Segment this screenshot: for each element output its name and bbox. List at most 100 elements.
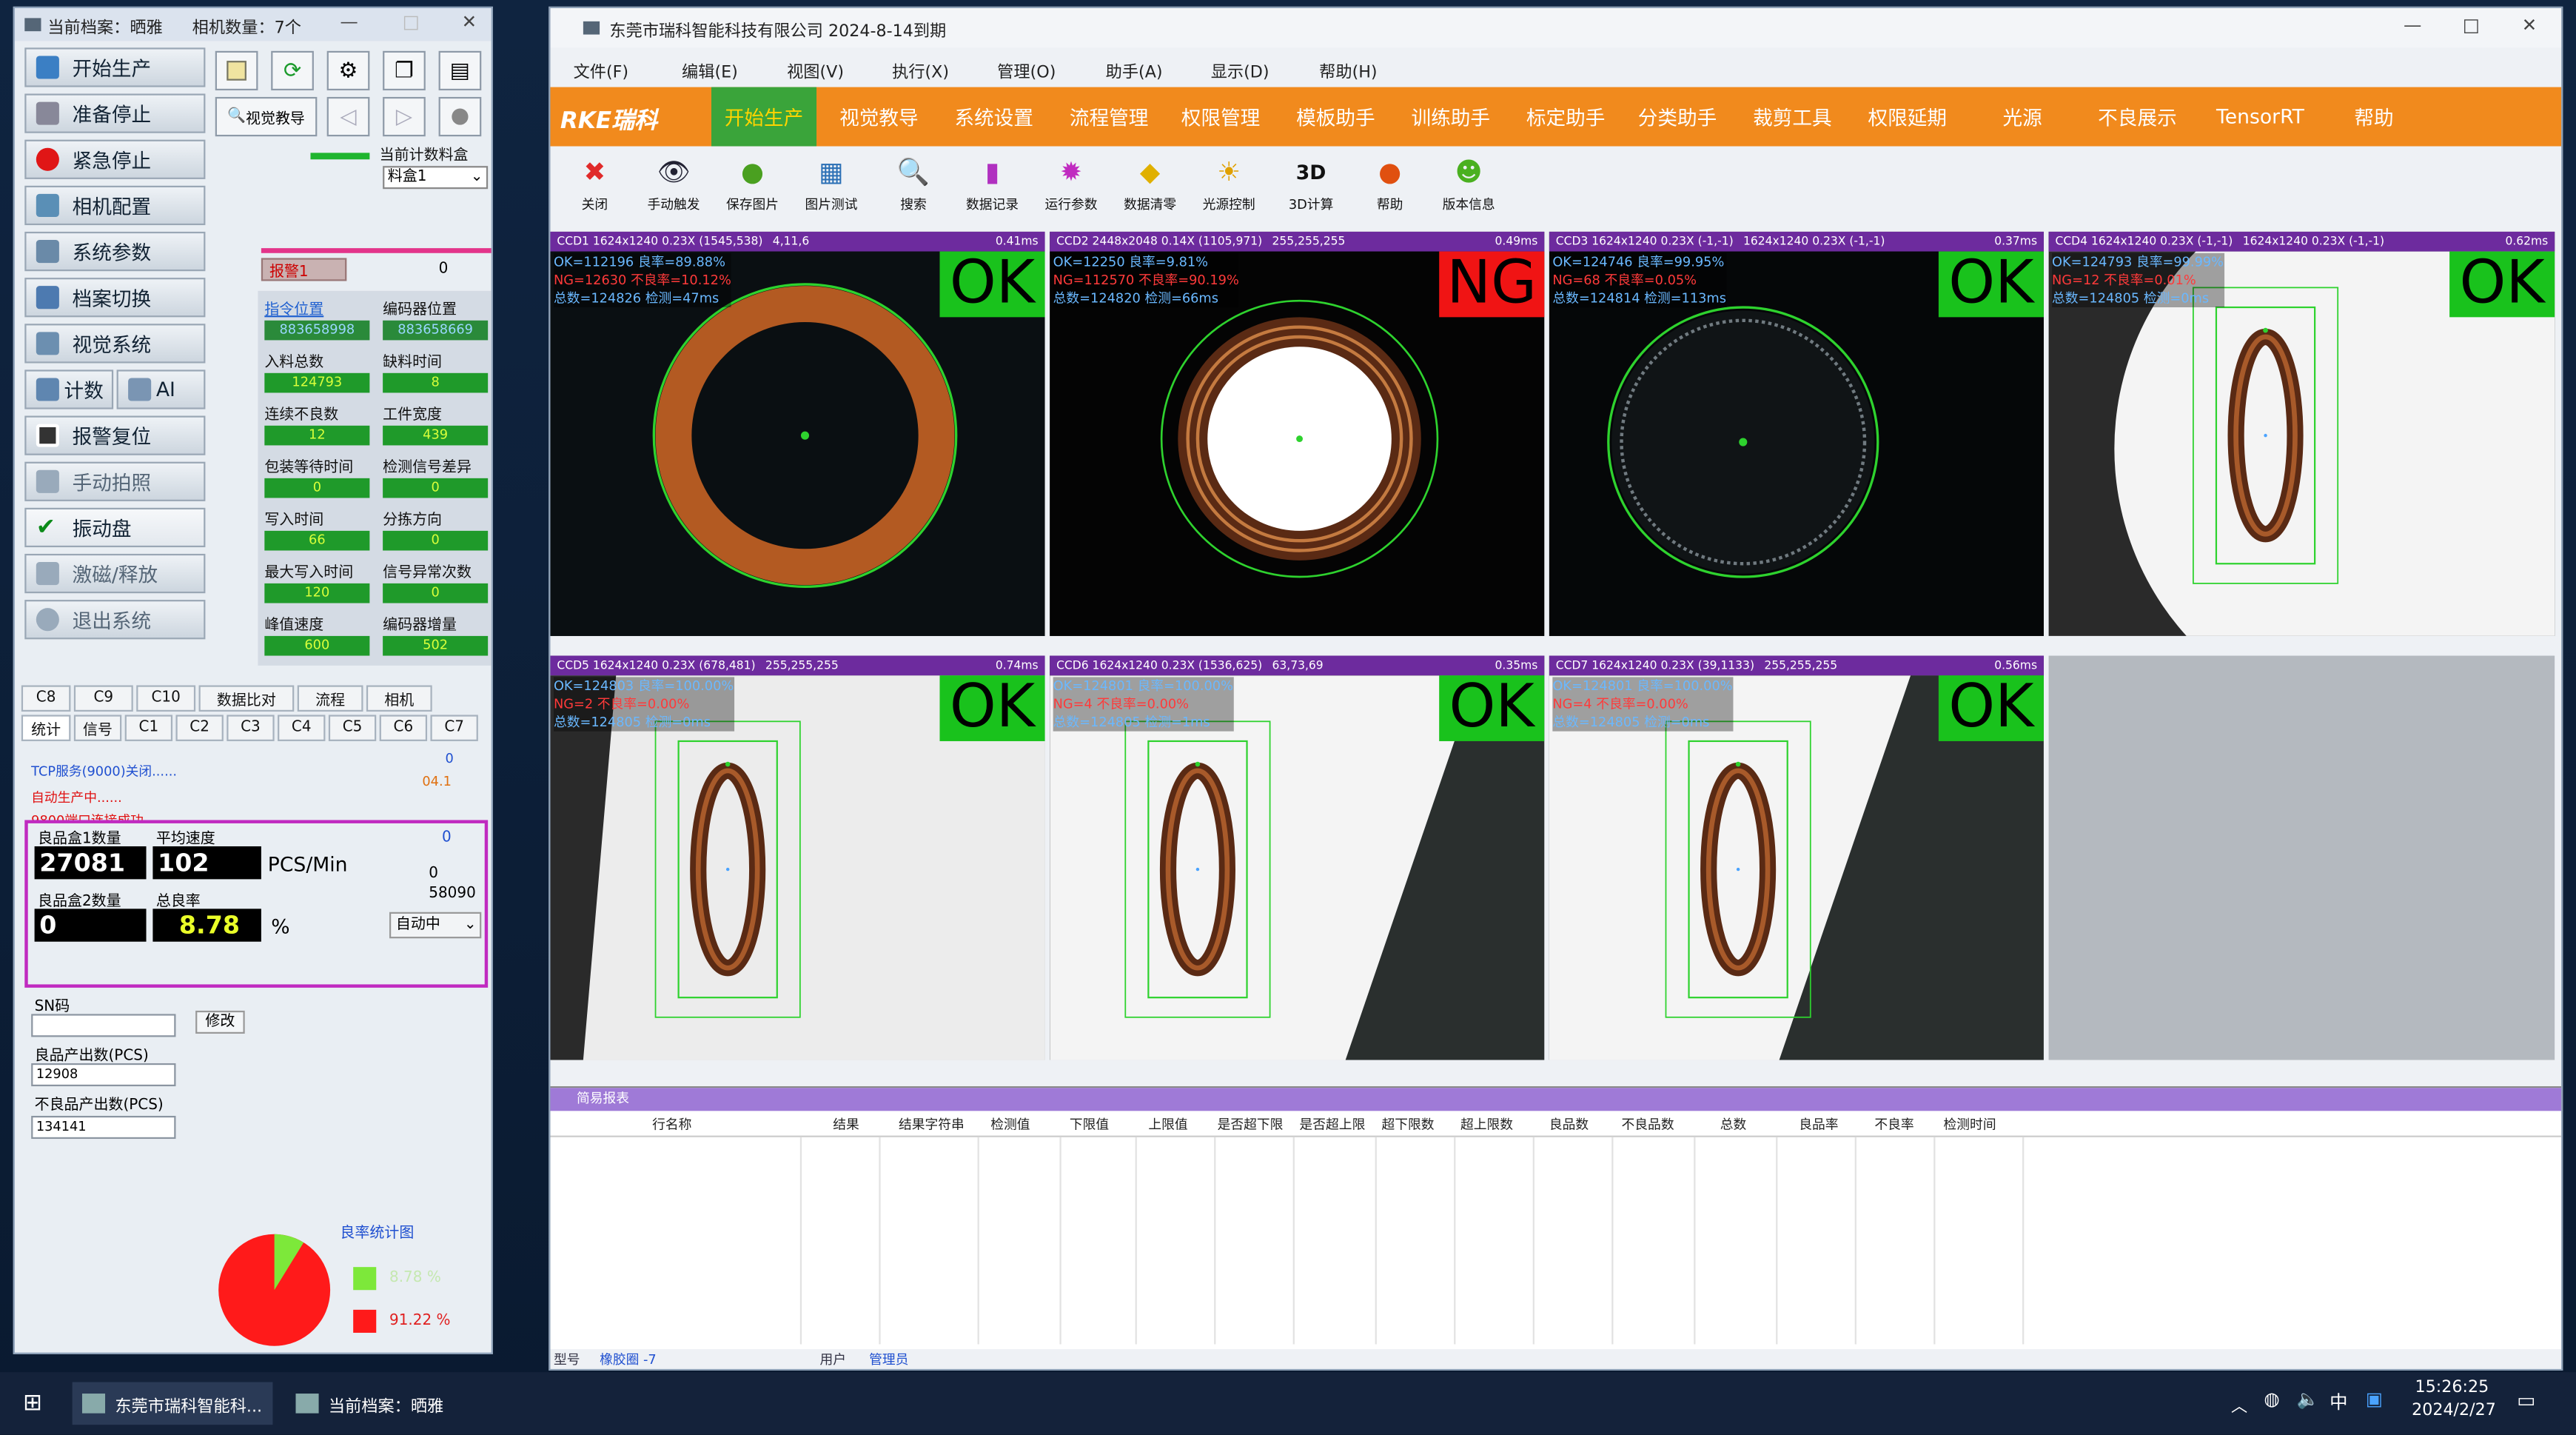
nav-item[interactable]: 开始生产 [711,87,817,147]
toolbar-refresh-button[interactable]: ⟳ [271,50,314,91]
camera-view-ccd6[interactable]: CCD6 1624x1240 0.23X (1536,625) 63,73,69 0… [1050,655,1545,1060]
report-column-header[interactable]: 上限值 [1148,1116,1187,1134]
menu-item[interactable]: 助手(A) [1106,58,1163,82]
taskbar-item-profile[interactable]: 当前档案：晒雅 [286,1382,480,1425]
alarm-reset-button[interactable]: 报警复位 [24,415,206,455]
tool-button[interactable]: 3D 3D计算 [1270,156,1352,214]
magnetize-release-button[interactable]: 激磁/释放 [24,553,206,594]
tab-8[interactable]: C1 [124,715,173,741]
camera-config-button[interactable]: 相机配置 [24,185,206,226]
volume-icon[interactable]: 🔈 [2297,1388,2319,1410]
emergency-stop-button[interactable]: 紧急停止 [24,139,206,179]
menu-item[interactable]: 管理(O) [997,58,1056,82]
report-column-header[interactable]: 超上限数 [1460,1116,1513,1134]
nav-item[interactable]: 帮助 [2354,87,2393,147]
report-column-header[interactable]: 检测时间 [1944,1116,1996,1134]
tab-11[interactable]: C4 [278,715,326,741]
maximize-button[interactable]: □ [2463,15,2480,36]
camera-view-ccd7[interactable]: CCD7 1624x1240 0.23X (39,1133) 255,255,25… [1549,655,2044,1060]
tab-3[interactable]: 数据比对 [198,685,295,712]
manual-capture-button[interactable]: 手动拍照 [24,461,206,501]
nav-item[interactable]: 标定助手 [1526,87,1606,147]
menu-item[interactable]: 文件(F) [574,58,628,82]
tab-10[interactable]: C3 [227,715,275,741]
maximize-button[interactable]: □ [403,12,420,33]
menu-item[interactable]: 执行(X) [892,58,949,82]
chevron-up-icon[interactable]: ︿ [2231,1392,2247,1416]
ime-indicator[interactable]: 中 [2330,1388,2347,1415]
clock-date[interactable]: 2024/2/27 [2412,1402,2496,1419]
nav-item[interactable]: 权限延期 [1868,87,1947,147]
report-column-header[interactable]: 是否超上限 [1300,1116,1366,1134]
tab-12[interactable]: C5 [328,715,377,741]
tool-button[interactable]: ☀ 光源控制 [1188,156,1270,214]
report-column-header[interactable]: 不良率 [1874,1116,1913,1134]
next-button[interactable]: ▷ [383,96,426,137]
camera-view-ccd3[interactable]: CCD3 1624x1240 0.23X (-1,-1) 1624x1240 0.… [1549,231,2044,636]
report-column-header[interactable]: 检测值 [990,1116,1030,1134]
report-column-header[interactable]: 结果 [833,1116,859,1134]
nav-item[interactable]: 训练助手 [1411,87,1490,147]
camera-view-ccd2[interactable]: CCD2 2448x2048 0.14X (1105,971) 255,255,2… [1050,231,1545,636]
tool-button[interactable]: ● 帮助 [1349,156,1431,214]
tab-5[interactable]: 相机 [366,685,432,712]
close-button[interactable]: ✕ [462,12,477,33]
tab-2[interactable]: C10 [136,685,196,712]
ai-button[interactable]: AI [116,369,206,409]
report-column-header[interactable]: 不良品数 [1622,1116,1674,1134]
nav-item[interactable]: 光源 [2002,87,2042,147]
profile-switch-button[interactable]: 档案切换 [24,278,206,318]
camera-view-ccd5[interactable]: CCD5 1624x1240 0.23X (678,481) 255,255,25… [550,655,1045,1060]
tool-button[interactable]: ▮ 数据记录 [951,156,1033,214]
tab-9[interactable]: C2 [175,715,224,741]
start-button[interactable]: ⊞ [13,1382,53,1425]
report-column-header[interactable]: 超下限数 [1382,1116,1435,1134]
report-column-header[interactable]: 行名称 [652,1116,691,1134]
nav-item[interactable]: 系统设置 [954,87,1033,147]
clock-time[interactable]: 15:26:25 [2415,1379,2489,1396]
tab-4[interactable]: 流程 [297,685,363,712]
menu-item[interactable]: 视图(V) [787,58,844,82]
close-button[interactable]: ✕ [2522,15,2537,36]
toolbar-copy-button[interactable]: ❐ [383,50,426,91]
nav-item[interactable]: 视觉教导 [839,87,919,147]
vision-system-button[interactable]: 视觉系统 [24,324,206,364]
camera-view-ccd1[interactable]: CCD1 1624x1240 0.23X (1545,538) 4,11,6 0.4… [550,231,1045,636]
minimize-button[interactable]: — [340,12,358,33]
report-column-header[interactable]: 是否超下限 [1218,1116,1284,1134]
taskbar-item-main[interactable]: 东莞市瑞科智能科... [72,1382,273,1425]
toolbar-doc-button[interactable] [215,50,258,91]
report-column-header[interactable]: 良品率 [1799,1116,1838,1134]
count-material-select[interactable]: 料盒1 ⌄ [383,166,489,190]
report-column-header[interactable]: 结果字符串 [899,1116,965,1134]
tool-button[interactable]: ✖ 关闭 [554,156,636,214]
minimize-button[interactable]: — [2404,15,2421,36]
mode-select[interactable]: 自动中 ⌄ [389,911,482,939]
tab-6[interactable]: 统计 [21,715,71,741]
tool-button[interactable]: 👁 手动触发 [632,156,714,214]
report-column-header[interactable]: 总数 [1720,1116,1747,1134]
record-button[interactable] [438,96,482,137]
prev-button[interactable]: ◁ [326,96,370,137]
tab-1[interactable]: C9 [73,685,133,712]
tool-button[interactable]: ● 保存图片 [711,156,794,214]
nav-item[interactable]: 流程管理 [1070,87,1149,147]
nav-item[interactable]: 不良展示 [2098,87,2177,147]
nav-item[interactable]: 模板助手 [1296,87,1375,147]
tool-button[interactable]: ☻ 版本信息 [1428,156,1510,214]
count-button[interactable]: 计数 [24,369,114,409]
bad-output-field[interactable]: 134141 [31,1115,176,1140]
tab-0[interactable]: C8 [21,685,71,712]
menu-item[interactable]: 显示(D) [1211,58,1269,82]
tab-13[interactable]: C6 [379,715,428,741]
start-production-button[interactable]: 开始生产 [24,47,206,87]
camera-view-ccd4[interactable]: CCD4 1624x1240 0.23X (-1,-1) 1624x1240 0.… [2048,231,2555,636]
toolbar-clipboard-button[interactable]: ▤ [438,50,482,91]
notification-icon[interactable]: ▭ [2517,1388,2535,1411]
system-params-button[interactable]: 系统参数 [24,231,206,272]
sn-input[interactable] [31,1014,176,1037]
tool-button[interactable]: 🔍 搜索 [873,156,955,214]
app-tray-icon[interactable]: ▣ [2366,1388,2383,1410]
nav-item[interactable]: 分类助手 [1638,87,1717,147]
report-column-header[interactable]: 下限值 [1070,1116,1109,1134]
